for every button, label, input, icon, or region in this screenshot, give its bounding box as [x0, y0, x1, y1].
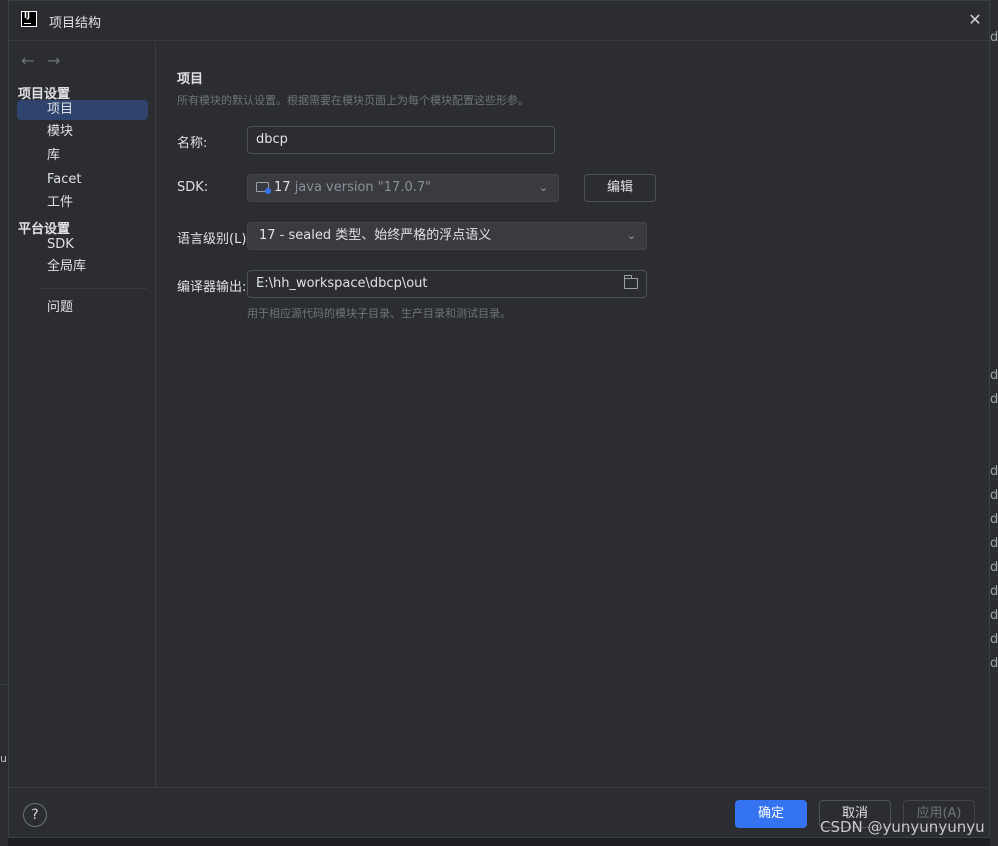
background-char: d — [990, 536, 998, 551]
csdn-watermark: CSDN @yunyunyunyu — [820, 818, 985, 836]
sdk-folder-icon — [256, 182, 271, 194]
sidebar-item-modules[interactable]: 模块 — [17, 122, 148, 142]
compiler-output-input[interactable]: E:\hh_workspace\dbcp\out — [247, 270, 647, 298]
background-char: d — [990, 368, 998, 383]
background-char: d — [990, 608, 998, 623]
project-name-input[interactable]: dbcp — [247, 126, 555, 154]
background-char: d — [990, 512, 998, 527]
background-char: d — [990, 560, 998, 575]
name-label: 名称: — [177, 136, 208, 151]
background-editor-left: u — [0, 0, 8, 846]
chevron-down-icon: ⌄ — [538, 181, 548, 194]
title-bar: 项目结构 ✕ — [9, 1, 989, 41]
sidebar: ← → 项目设置 项目 模块 库 Facet 工件 平台设置 SDK 全局库 问… — [9, 41, 156, 787]
language-level-dropdown[interactable]: 17 - sealed 类型、始终严格的浮点语义 ⌄ — [247, 222, 647, 250]
language-level-value: 17 - sealed 类型、始终严格的浮点语义 — [259, 228, 492, 243]
chevron-down-icon: ⌄ — [626, 229, 636, 242]
background-char: d — [990, 632, 998, 647]
forward-arrow-icon[interactable]: → — [47, 51, 60, 70]
background-char: d — [990, 30, 998, 45]
background-editor-right: d d d d d d d d d d d d — [990, 0, 998, 846]
compiler-output-label: 编译器输出: — [177, 280, 247, 295]
close-icon[interactable]: ✕ — [965, 9, 985, 31]
project-name-value: dbcp — [256, 132, 288, 147]
background-char: d — [990, 656, 998, 671]
language-level-label: 语言级别(L): — [177, 232, 251, 247]
background-char: d — [990, 392, 998, 407]
ok-button[interactable]: 确定 — [735, 800, 807, 828]
project-settings-panel: 项目 所有模块的默认设置。根据需要在模块页面上为每个模块配置这些形参。 名称: … — [156, 41, 989, 787]
sidebar-item-artifacts[interactable]: 工件 — [17, 193, 148, 213]
sdk-dropdown[interactable]: 17 java version "17.0.7" ⌄ — [247, 174, 559, 202]
sidebar-item-problems[interactable]: 问题 — [17, 298, 148, 318]
background-char: u — [0, 752, 7, 765]
window-title: 项目结构 — [49, 16, 102, 31]
background-char: d — [990, 584, 998, 599]
intellij-app-icon — [21, 11, 37, 27]
page-description: 所有模块的默认设置。根据需要在模块页面上为每个模块配置这些形参。 — [177, 94, 529, 107]
sidebar-divider — [39, 288, 147, 289]
sdk-version: 17 — [274, 180, 291, 195]
sdk-label: SDK: — [177, 180, 209, 195]
sidebar-item-global-libraries[interactable]: 全局库 — [17, 257, 148, 277]
background-divider — [0, 684, 8, 685]
sdk-detail: java version "17.0.7" — [294, 180, 432, 195]
compiler-output-value: E:\hh_workspace\dbcp\out — [256, 276, 428, 291]
background-char: d — [990, 488, 998, 503]
compiler-output-hint: 用于相应源代码的模块子目录、生产目录和测试目录。 — [247, 307, 511, 320]
browse-folder-icon[interactable] — [624, 275, 638, 289]
sidebar-item-project[interactable]: 项目 — [17, 100, 148, 120]
page-title: 项目 — [177, 72, 204, 87]
back-arrow-icon[interactable]: ← — [21, 51, 34, 70]
background-char: d — [990, 464, 998, 479]
sidebar-item-libraries[interactable]: 库 — [17, 146, 148, 166]
edit-sdk-button[interactable]: 编辑 — [584, 174, 656, 202]
sidebar-item-sdk[interactable]: SDK — [17, 235, 148, 255]
sidebar-item-facet[interactable]: Facet — [17, 170, 148, 190]
project-structure-dialog: 项目结构 ✕ ← → 项目设置 项目 模块 库 Facet 工件 平台设置 SD… — [8, 0, 990, 838]
help-icon[interactable]: ? — [23, 803, 47, 827]
